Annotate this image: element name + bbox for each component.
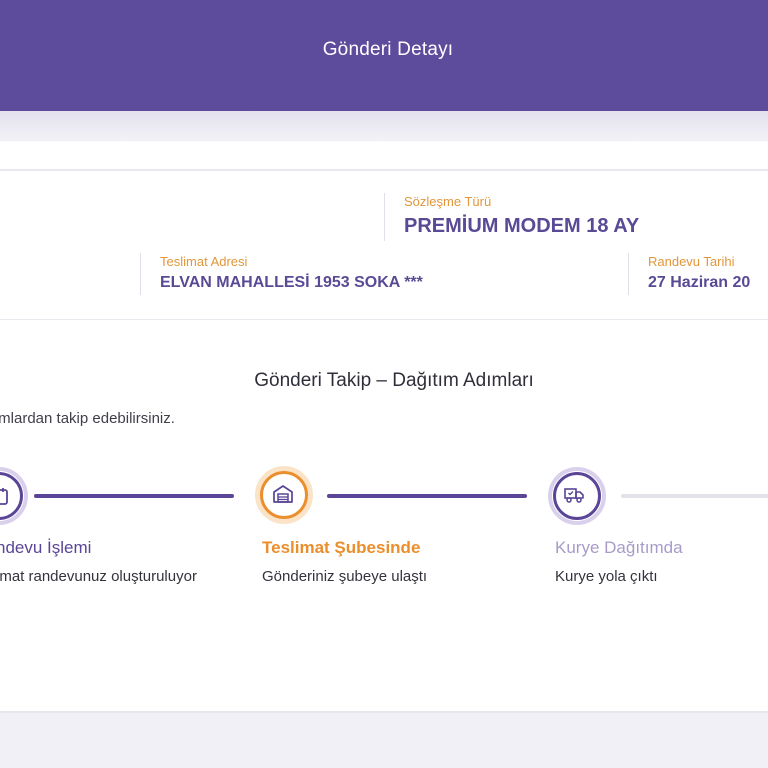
- contract-type-value: PREMİUM MODEM 18 AY: [404, 215, 640, 237]
- appointment-date-value: 27 Haziran 20: [648, 274, 751, 291]
- divider: [140, 253, 141, 295]
- app-header: Gönderi Detayı: [0, 0, 768, 111]
- progress-line-done: [34, 494, 234, 498]
- shipment-info-card: Sözleşme Türü PREMİUM MODEM 18 AY Teslim…: [0, 170, 768, 320]
- step-appointment-title: ndevu İşlemi: [0, 538, 92, 557]
- delivery-truck-icon: [564, 488, 584, 503]
- step-appointment-desc: imat randevunuz oluşturuluyor: [0, 568, 197, 585]
- step-courier-desc: Kurye yola çıktı: [555, 568, 658, 585]
- step-courier-title: Kurye Dağıtımda: [555, 538, 683, 557]
- contract-type-label: Sözleşme Türü: [404, 194, 492, 209]
- warehouse-icon: [273, 485, 293, 503]
- divider: [384, 193, 385, 241]
- progress-line-pending: [621, 494, 768, 498]
- step-branch-desc: Gönderiniz şubeye ulaştı: [262, 568, 428, 585]
- step-courier: [548, 467, 606, 525]
- step-branch: [255, 466, 313, 524]
- step-branch-title: Teslimat Şubesinde: [262, 538, 421, 557]
- header-shadow: [0, 111, 768, 141]
- progress-line-done: [327, 494, 527, 498]
- tracking-subtitle: ımlardan takip edebilirsiniz.: [0, 410, 175, 427]
- page-title: Gönderi Detayı: [322, 39, 454, 60]
- tracking-title: Gönderi Takip – Dağıtım Adımları: [254, 370, 534, 391]
- appointment-date-label: Randevu Tarihi: [648, 254, 735, 269]
- summary-strip: [0, 140, 768, 170]
- delivery-address-label: Teslimat Adresi: [160, 254, 248, 269]
- delivery-address-value: ELVAN MAHALLESİ 1953 SOKA ***: [160, 274, 423, 291]
- appointment-icon: [0, 488, 8, 505]
- divider: [628, 253, 629, 295]
